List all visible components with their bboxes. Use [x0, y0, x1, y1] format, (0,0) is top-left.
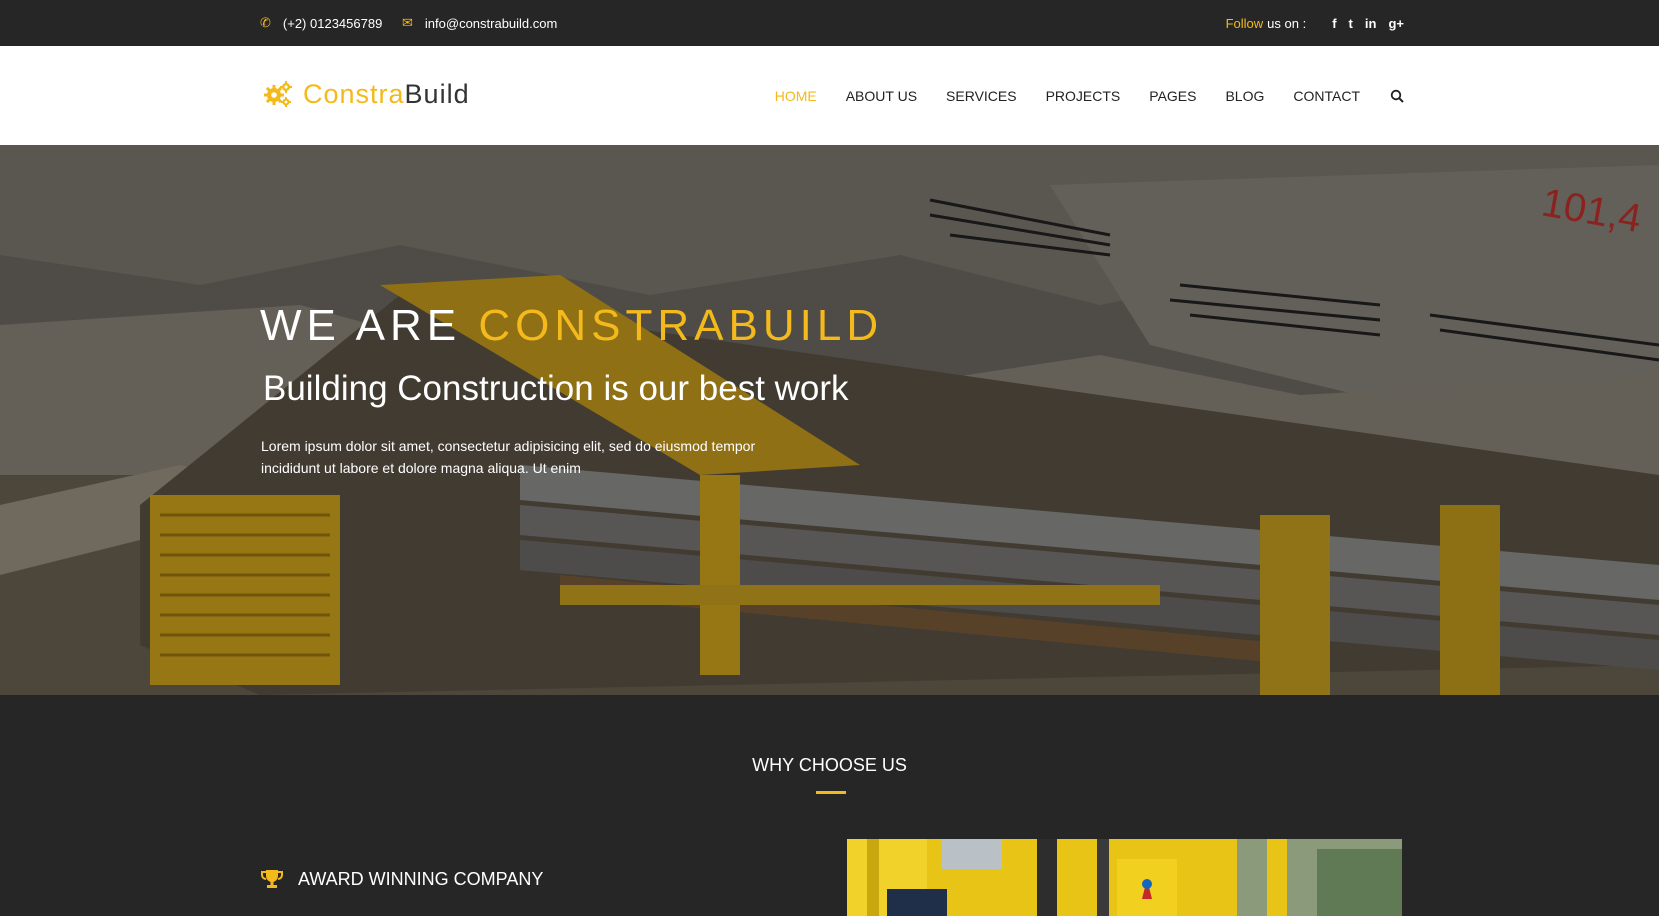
- nav-pages[interactable]: PAGES: [1149, 88, 1196, 104]
- nav-home[interactable]: HOME: [775, 88, 817, 104]
- nav-projects[interactable]: PROJECTS: [1046, 88, 1121, 104]
- feature-title: AWARD WINNING COMPANY: [298, 868, 544, 889]
- nav-contact[interactable]: CONTACT: [1293, 88, 1360, 104]
- main-nav: HOME ABOUT US SERVICES PROJECTS PAGES BL…: [746, 46, 1404, 145]
- machinery-photo: [847, 839, 1402, 916]
- linkedin-icon[interactable]: in: [1365, 16, 1377, 31]
- hero-banner: 101,4 WE ARE CONSTRABUILD Building Const…: [0, 145, 1659, 695]
- envelope-icon: ✉: [402, 15, 413, 30]
- hero-title-yellow: CONSTRABUILD: [478, 301, 884, 350]
- logo-text-build: Build: [404, 78, 470, 109]
- hero-title: WE ARE CONSTRABUILD: [260, 301, 883, 351]
- search-icon[interactable]: [1390, 89, 1404, 103]
- why-choose-us-photo: [847, 839, 1402, 916]
- site-logo[interactable]: Constra Build: [263, 77, 470, 111]
- hero-title-white: WE ARE: [260, 301, 479, 350]
- phone-icon: ✆: [260, 15, 271, 30]
- site-header: Constra Build HOME ABOUT US SERVICES PRO…: [0, 46, 1659, 145]
- phone-number: (+2) 0123456789: [282, 15, 383, 31]
- gears-logo-icon: [264, 81, 292, 107]
- twitter-icon[interactable]: t: [1349, 16, 1353, 31]
- hero-subtitle: Building Construction is our best work: [263, 369, 849, 408]
- feature-item: AWARD WINNING COMPANY: [260, 867, 543, 891]
- top-bar: ✆ (+2) 0123456789 ✉ info@constrabuild.co…: [0, 0, 1659, 46]
- heading-underline: [816, 791, 846, 794]
- trophy-icon: [261, 870, 283, 888]
- section-heading: WHY CHOOSE US: [752, 755, 907, 775]
- hero-overlay: [0, 145, 1659, 695]
- follow-label: Follow: [1225, 15, 1264, 31]
- contact-email[interactable]: ✉ info@constrabuild.com: [402, 0, 557, 46]
- facebook-icon[interactable]: f: [1332, 16, 1336, 31]
- nav-about-us[interactable]: ABOUT US: [846, 88, 917, 104]
- contact-phone[interactable]: ✆ (+2) 0123456789: [260, 0, 382, 46]
- follow-suffix: us on :: [1267, 15, 1307, 31]
- why-choose-us-section: WHY CHOOSE US AWARD WINNING COMPANY: [0, 695, 1659, 916]
- email-address: info@constrabuild.com: [424, 15, 558, 31]
- nav-services[interactable]: SERVICES: [946, 88, 1017, 104]
- logo-text-constra: Constra: [303, 78, 405, 109]
- social-links: f t in g+: [1320, 16, 1404, 31]
- follow-us: Follow us on : f t in g+: [1226, 0, 1404, 46]
- google-plus-icon[interactable]: g+: [1388, 16, 1404, 31]
- nav-blog[interactable]: BLOG: [1225, 88, 1264, 104]
- hero-description: Lorem ipsum dolor sit amet, consectetur …: [261, 438, 756, 476]
